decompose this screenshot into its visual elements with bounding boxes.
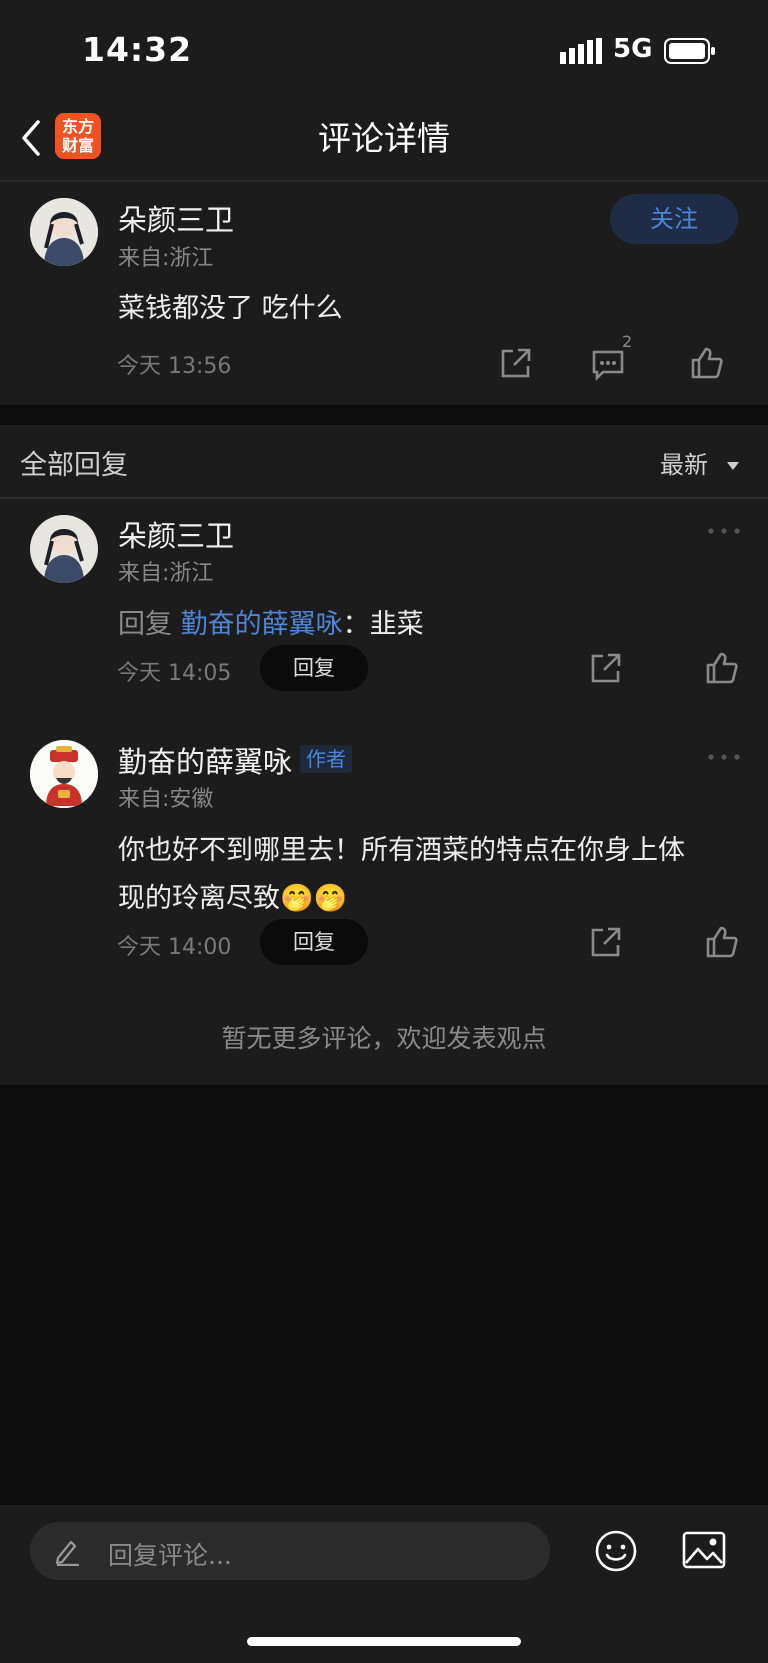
page-title: 评论详情: [318, 119, 450, 158]
location: 来自:安徽: [118, 787, 214, 812]
avatar-caishen-icon: [30, 740, 98, 808]
username[interactable]: 勤奋的薛翼咏: [118, 739, 292, 781]
avatar-image-icon: [30, 515, 98, 583]
username[interactable]: 朵颜三卫: [118, 513, 234, 555]
reply-input[interactable]: 回复评论...: [30, 1522, 550, 1580]
reply-item: 朵颜三卫 来自:浙江 回复 勤奋的薛翼咏：韭菜 今天 14:05 回复: [0, 499, 768, 725]
share-icon[interactable]: [589, 651, 623, 685]
like-icon[interactable]: [705, 925, 739, 959]
replies-header: 全部回复 最新: [0, 425, 768, 499]
home-indicator: [247, 1637, 521, 1646]
no-more-comments: 暂无更多评论，欢迎发表观点: [221, 1024, 547, 1053]
replies-section: 全部回复 最新 朵颜三卫 来自:浙江 回复 勤奋的薛翼咏：韭菜 今天 14:05…: [0, 425, 768, 1085]
bottom-bar: 回复评论...: [0, 1505, 768, 1663]
share-icon[interactable]: [589, 925, 623, 959]
reply-time: 今天 14:00: [117, 935, 232, 960]
reply-prefix: 回复: [118, 609, 172, 640]
reply-text: 你也好不到哪里去！所有酒菜的特点在你身上体 现的玲离尽致🤭🤭: [118, 827, 758, 923]
more-icon[interactable]: [707, 527, 741, 535]
status-bar: 14:32 5G: [0, 0, 768, 100]
author-badge: 作者: [300, 743, 352, 773]
like-icon[interactable]: [705, 651, 739, 685]
reply-count: 2: [622, 332, 633, 351]
reply-content: 韭菜: [369, 609, 424, 640]
author-tag: 作者: [300, 745, 352, 773]
battery-icon: [664, 38, 715, 64]
more-icon[interactable]: [707, 753, 741, 761]
avatar[interactable]: [30, 198, 98, 266]
location: 来自:浙江: [118, 561, 214, 586]
location: 来自:浙江: [118, 246, 214, 271]
avatar[interactable]: [30, 740, 98, 808]
reply-time: 今天 14:05: [117, 661, 232, 686]
reply-button[interactable]: 回复: [260, 645, 368, 691]
pen-icon: [55, 1540, 79, 1566]
status-time: 14:32: [82, 30, 193, 69]
follow-button[interactable]: 关注: [610, 194, 738, 244]
reply-button[interactable]: 回复: [260, 919, 368, 965]
emoji-icon[interactable]: [594, 1529, 638, 1573]
comment-time: 今天 13:56: [117, 354, 232, 379]
username[interactable]: 朵颜三卫: [118, 197, 234, 239]
emoji: 🤭🤭: [280, 883, 348, 914]
reply-to-user[interactable]: 勤奋的薛翼咏: [181, 609, 343, 640]
network-label: 5G: [613, 34, 653, 64]
replies-title: 全部回复: [20, 450, 128, 481]
avatar[interactable]: [30, 515, 98, 583]
reply-line1: 你也好不到哪里去！所有酒菜的特点在你身上体: [118, 835, 685, 866]
sort-label: 最新: [660, 451, 708, 479]
caret-down-icon: [726, 462, 739, 470]
image-icon[interactable]: [682, 1531, 726, 1569]
like-icon[interactable]: [690, 346, 724, 380]
signal-icon: [560, 38, 602, 64]
reply-input-placeholder: 回复评论...: [108, 1541, 232, 1570]
reply-item: 勤奋的薛翼咏 作者 来自:安徽 你也好不到哪里去！所有酒菜的特点在你身上体 现的…: [0, 725, 768, 995]
sort-dropdown[interactable]: 最新: [660, 445, 740, 480]
share-icon[interactable]: [499, 346, 533, 380]
reply-line2: 现的玲离尽致🤭🤭: [118, 875, 758, 923]
comment-icon[interactable]: [591, 348, 625, 382]
avatar-image-icon: [30, 198, 98, 266]
nav-bar: 东方 财富 评论详情: [0, 100, 768, 182]
reply-text: 回复 勤奋的薛翼咏：韭菜: [118, 602, 424, 641]
reply-separator: ：: [342, 609, 370, 640]
reply-line2-text: 现的玲离尽致: [118, 883, 280, 914]
main-comment: 朵颜三卫 来自:浙江 关注 菜钱都没了 吃什么 今天 13:56 2: [0, 182, 768, 405]
comment-text: 菜钱都没了 吃什么: [118, 293, 343, 324]
